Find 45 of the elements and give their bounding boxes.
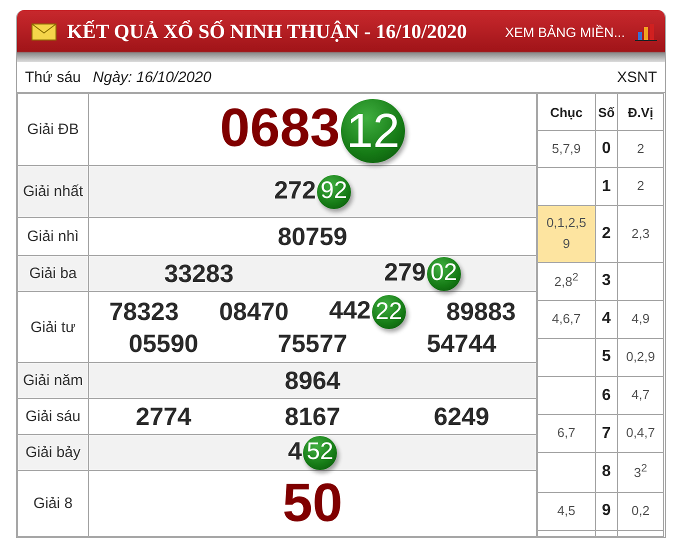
tens-cell: 0,1,2,5 9 bbox=[538, 206, 596, 262]
draw-date: Ngày: 16/10/2020 bbox=[92, 68, 212, 86]
winning-number: 05590 bbox=[128, 329, 198, 359]
winning-number: 33283 bbox=[164, 258, 234, 288]
winning-number: 89883 bbox=[446, 297, 516, 327]
bar-chart-icon bbox=[635, 23, 657, 41]
page-title: KẾT QUẢ XỔ SỐ NINH THUẬN - 16/10/2020 bbox=[67, 20, 468, 44]
winning-number: 75577 bbox=[278, 329, 348, 359]
units-cell bbox=[618, 262, 664, 300]
prize-label: Giải ĐB bbox=[18, 94, 88, 166]
units-cell: 0,2,9 bbox=[618, 338, 664, 377]
tens-cell: 6,7 bbox=[538, 414, 596, 453]
units-cell: 4,7 bbox=[618, 376, 664, 415]
winning-number: 50 bbox=[282, 472, 343, 535]
lottery-code: XSNT bbox=[616, 68, 657, 86]
winning-number: 8167 bbox=[284, 402, 340, 432]
winning-number: 442 22 bbox=[329, 295, 406, 329]
winning-number: 78323 bbox=[109, 297, 179, 327]
weekday: Thứ sáu bbox=[25, 68, 81, 86]
winning-number: 272 92 bbox=[274, 174, 351, 208]
column-header: Chục bbox=[538, 94, 596, 131]
units-cell: 0,4,7 bbox=[618, 414, 664, 453]
winning-number: 08470 bbox=[219, 297, 289, 327]
prize-label: Giải 8 bbox=[18, 470, 88, 536]
winning-number: 2774 bbox=[136, 402, 192, 432]
tens-cell: 4,5 bbox=[538, 492, 596, 530]
units-cell: 0,2 bbox=[618, 492, 664, 530]
winning-number: 8964 bbox=[284, 366, 340, 396]
winning-number: 0683 12 bbox=[220, 96, 406, 164]
winning-number: 80759 bbox=[278, 222, 348, 252]
units-cell: 2 bbox=[618, 130, 664, 168]
tens-cell: 2,8$^{2}$ bbox=[538, 262, 596, 300]
units-cell: 2,3 bbox=[618, 206, 664, 262]
winning-number: 4 52 bbox=[288, 436, 337, 470]
tens-cell: 5,7,9 bbox=[538, 130, 596, 168]
view-board-link[interactable]: XEM BẢNG MIỀN... bbox=[504, 24, 625, 40]
winning-number: 6249 bbox=[434, 402, 490, 432]
envelope-icon bbox=[31, 23, 57, 41]
units-cell: 4,9 bbox=[618, 300, 664, 338]
column-header: Số bbox=[595, 94, 618, 131]
winning-number: 279 02 bbox=[384, 256, 461, 290]
units-cell: 2 bbox=[618, 168, 664, 206]
winning-number: 54744 bbox=[426, 329, 496, 359]
tens-cell: 4,6,7 bbox=[538, 300, 596, 338]
units-cell: 3$^{2}$ bbox=[618, 452, 664, 492]
